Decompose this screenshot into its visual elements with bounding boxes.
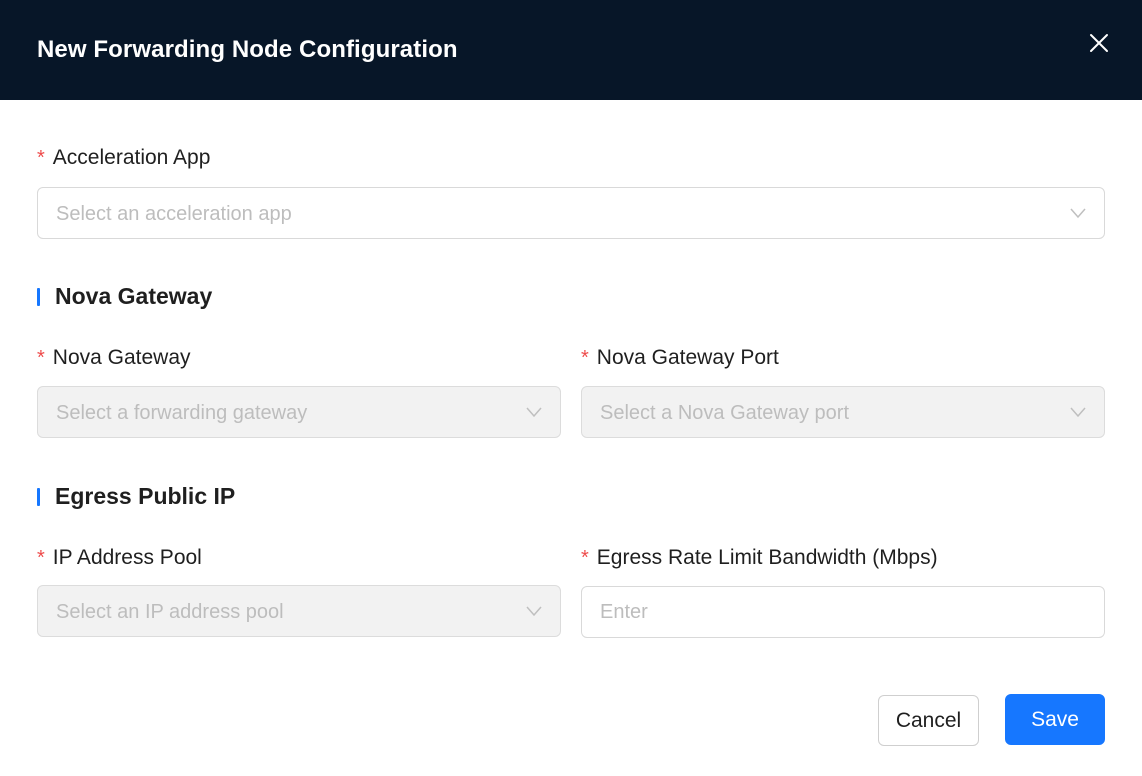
nova-gateway-select[interactable]: Select a forwarding gateway <box>37 386 561 438</box>
ip-address-pool-select[interactable]: Select an IP address pool <box>37 585 561 637</box>
cancel-button[interactable]: Cancel <box>878 695 979 746</box>
egress-bandwidth-label: * Egress Rate Limit Bandwidth (Mbps) <box>581 546 938 570</box>
nova-gateway-section-title: Nova Gateway <box>55 283 213 309</box>
egress-bandwidth-input[interactable] <box>581 586 1105 638</box>
chevron-down-icon <box>526 606 542 617</box>
required-mark: * <box>581 547 589 569</box>
dialog-header: New Forwarding Node Configuration <box>0 0 1142 100</box>
section-accent-bar <box>37 288 40 306</box>
nova-gateway-port-placeholder: Select a Nova Gateway port <box>600 402 850 424</box>
ip-address-pool-placeholder: Select an IP address pool <box>56 601 284 623</box>
acceleration-app-label-text: Acceleration App <box>52 146 211 169</box>
egress-bandwidth-label-text: Egress Rate Limit Bandwidth (Mbps) <box>596 546 938 569</box>
chevron-down-icon <box>1070 208 1086 219</box>
chevron-down-icon <box>1070 407 1086 418</box>
close-button[interactable] <box>1083 27 1115 59</box>
nova-gateway-port-label-text: Nova Gateway Port <box>596 346 779 369</box>
dialog-title: New Forwarding Node Configuration <box>37 36 458 63</box>
nova-gateway-label-text: Nova Gateway <box>52 346 191 369</box>
forwarding-node-dialog: New Forwarding Node Configuration * Accel… <box>0 0 1142 776</box>
nova-gateway-port-select[interactable]: Select a Nova Gateway port <box>581 386 1105 438</box>
ip-address-pool-label-text: IP Address Pool <box>52 546 202 569</box>
chevron-down-icon <box>526 407 542 418</box>
required-mark: * <box>37 547 45 569</box>
close-icon <box>1090 34 1108 52</box>
section-accent-bar <box>37 488 40 506</box>
nova-gateway-label: * Nova Gateway <box>37 346 191 370</box>
save-button[interactable]: Save <box>1005 694 1105 745</box>
ip-address-pool-label: * IP Address Pool <box>37 546 202 570</box>
nova-gateway-placeholder: Select a forwarding gateway <box>56 402 308 424</box>
nova-gateway-port-label: * Nova Gateway Port <box>581 346 779 370</box>
acceleration-app-placeholder: Select an acceleration app <box>56 203 292 225</box>
acceleration-app-select[interactable]: Select an acceleration app <box>37 187 1105 239</box>
required-mark: * <box>37 347 45 369</box>
required-mark: * <box>581 347 589 369</box>
egress-public-ip-section-title: Egress Public IP <box>55 483 236 509</box>
acceleration-app-label: * Acceleration App <box>37 146 210 170</box>
required-mark: * <box>37 147 45 169</box>
